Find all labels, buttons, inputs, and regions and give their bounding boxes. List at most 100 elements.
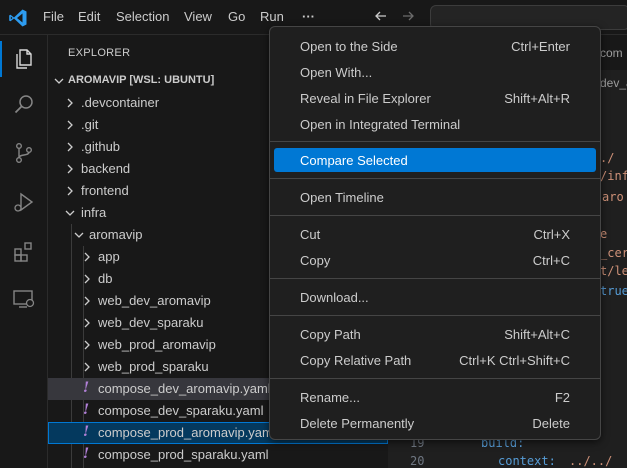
editor-tab-fragment[interactable]: com — [600, 46, 623, 60]
run-debug-icon[interactable] — [12, 191, 36, 215]
menu-item-open-with[interactable]: Open With... — [274, 60, 596, 84]
menu-separator — [270, 141, 600, 142]
tree-item-compose-prod-sparaku[interactable]: ! compose_prod_sparaku.yaml — [48, 444, 388, 466]
code-fragment: _cer — [600, 246, 627, 260]
menu-item-label: Delete Permanently — [300, 416, 415, 431]
search-icon[interactable] — [12, 93, 36, 117]
tree-item-label: web_prod_sparaku — [98, 359, 209, 374]
menu-item-open-in-integrated-terminal[interactable]: Open in Integrated Terminal — [274, 112, 596, 136]
vscode-logo-icon[interactable] — [8, 8, 28, 28]
menu-item-shortcut: Shift+Alt+R — [504, 91, 570, 106]
menu-item-label: Rename... — [300, 390, 360, 405]
menu-item-shortcut: Ctrl+C — [532, 253, 570, 268]
line-number: 20 — [410, 454, 425, 468]
chevron-right-icon — [84, 318, 90, 328]
tree-item-label: aromavip — [89, 227, 143, 242]
chevron-right-icon — [84, 340, 90, 350]
menu-item-label: Copy Path — [300, 327, 361, 342]
menu-item-label: Open Timeline — [300, 190, 384, 205]
menu-item-label: Open to the Side — [300, 39, 398, 54]
tree-item-label: app — [98, 249, 120, 264]
yaml-file-icon: ! — [83, 402, 90, 418]
menu-item-copy-path[interactable]: Copy Path Shift+Alt+C — [274, 322, 596, 346]
menu-separator — [270, 178, 600, 179]
menu-item-reveal-in-file-explorer[interactable]: Reveal in File Explorer Shift+Alt+R — [274, 86, 596, 110]
menu-item-shortcut: Ctrl+K Ctrl+Shift+C — [459, 353, 570, 368]
menu-item-shortcut: Ctrl+Enter — [511, 39, 570, 54]
source-control-icon[interactable] — [12, 141, 36, 165]
remote-explorer-icon[interactable] — [12, 287, 36, 311]
breadcrumb-fragment: dev_arc — [600, 76, 627, 90]
menu-separator — [270, 215, 600, 216]
menu-item-label: Open in Integrated Terminal — [300, 117, 461, 132]
chevron-right-icon — [67, 186, 73, 196]
menu-item-delete-permanently[interactable]: Delete Permanently Delete — [274, 411, 596, 435]
chevron-right-icon — [84, 362, 90, 372]
menu-item-label: Open With... — [300, 65, 373, 80]
menu-item-label: Copy Relative Path — [300, 353, 412, 368]
menu-item-open-to-the-side[interactable]: Open to the Side Ctrl+Enter — [274, 34, 596, 58]
chevron-down-icon — [74, 232, 84, 238]
menu-item-rename[interactable]: Rename... F2 — [274, 385, 596, 409]
tree-item-label: compose_dev_sparaku.yaml — [98, 403, 264, 418]
menu-item-compare-selected[interactable]: Compare Selected — [274, 148, 596, 172]
menu-item-shortcut: Delete — [532, 416, 570, 431]
chevron-right-icon — [67, 98, 73, 108]
menu-item-copy-relative-path[interactable]: Copy Relative Path Ctrl+K Ctrl+Shift+C — [274, 348, 596, 372]
code-fragment: /inf — [600, 169, 627, 183]
menu-separator — [270, 378, 600, 379]
code-fragment: true — [600, 284, 627, 298]
yaml-file-icon: ! — [83, 446, 90, 462]
tree-item-label: .devcontainer — [81, 95, 160, 110]
menu-item-label: Reveal in File Explorer — [300, 91, 431, 106]
chevron-right-icon — [84, 296, 90, 306]
context-menu: Open to the Side Ctrl+Enter Open With...… — [269, 26, 601, 440]
tree-item-label: web_dev_aromavip — [98, 293, 211, 308]
menu-file[interactable]: File — [43, 9, 64, 24]
tree-item-label: web_dev_sparaku — [98, 315, 204, 330]
tree-item-label: infra — [81, 205, 107, 220]
active-indicator — [0, 41, 2, 77]
menu-item-copy[interactable]: Copy Ctrl+C — [274, 248, 596, 272]
menu-item-open-timeline[interactable]: Open Timeline — [274, 185, 596, 209]
explorer-title: EXPLORER — [68, 47, 131, 59]
menu-separator — [270, 278, 600, 279]
back-arrow-icon[interactable] — [373, 8, 389, 24]
extensions-icon[interactable] — [12, 240, 36, 264]
menu-go[interactable]: Go — [228, 9, 245, 24]
code-fragment: context: — [498, 454, 556, 468]
menu-item-label: Cut — [300, 227, 321, 242]
menu-item-label: Download... — [300, 290, 369, 305]
chevron-down-icon — [65, 210, 75, 216]
code-fragment: ./ — [600, 151, 615, 165]
menu-edit[interactable]: Edit — [78, 9, 100, 24]
forward-arrow-icon[interactable] — [400, 8, 416, 24]
menu-view[interactable]: View — [184, 9, 212, 24]
menu-separator — [270, 315, 600, 316]
menu-item-shortcut: F2 — [554, 390, 570, 405]
tree-item-label: compose_dev_aromavip.yaml — [98, 381, 271, 396]
menu-item-cut[interactable]: Cut Ctrl+X — [274, 222, 596, 246]
activity-bar — [0, 35, 48, 468]
tree-item-label: backend — [81, 161, 131, 176]
menu-run[interactable]: Run — [260, 9, 284, 24]
code-fragment: e — [600, 227, 608, 241]
chevron-right-icon — [67, 120, 73, 130]
tree-item-label: .github — [81, 139, 121, 154]
code-fragment: aro — [602, 190, 624, 204]
menu-more[interactable]: ··· — [302, 9, 315, 24]
chevron-right-icon — [67, 164, 73, 174]
code-fragment: ../../ — [569, 454, 613, 468]
menu-selection[interactable]: Selection — [116, 9, 169, 24]
menu-item-download[interactable]: Download... — [274, 285, 596, 309]
code-fragment: t/le — [600, 264, 627, 278]
explorer-root-label: AROMAVIP [WSL: UBUNTU] — [68, 74, 215, 86]
menu-item-label: Copy — [300, 253, 331, 268]
explorer-icon[interactable] — [12, 47, 36, 71]
chevron-down-icon — [54, 78, 64, 84]
tree-item-label: compose_prod_aromavip.yaml — [98, 425, 276, 440]
tree-item-label: web_prod_aromavip — [98, 337, 216, 352]
chevron-right-icon — [67, 142, 73, 152]
yaml-file-icon: ! — [83, 380, 90, 396]
yaml-file-icon: ! — [83, 424, 90, 440]
